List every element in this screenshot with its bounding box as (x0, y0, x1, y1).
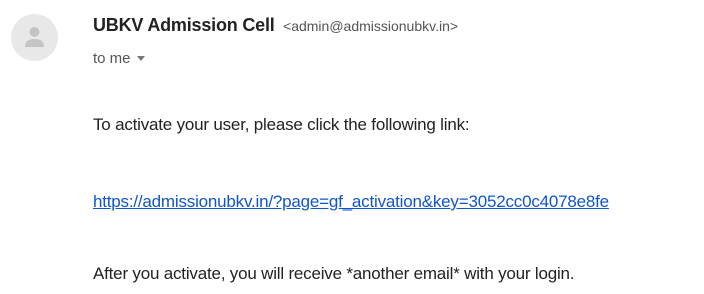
activation-link-line: https://admissionubkv.in/?page=gf_activa… (93, 192, 609, 212)
sender-name[interactable]: UBKV Admission Cell (93, 15, 275, 35)
chevron-down-icon[interactable] (136, 55, 145, 61)
email-body-intro: To activate your user, please click the … (93, 115, 470, 134)
recipient-details-toggle[interactable]: to me (93, 48, 145, 70)
sender-header: UBKV Admission Cell <admin@admissionubkv… (93, 12, 458, 40)
default-avatar-icon[interactable] (11, 14, 58, 61)
sender-email: <admin@admissionubkv.in> (283, 18, 459, 34)
recipient-label: to me (93, 50, 131, 67)
email-body-outro: After you activate, you will receive *an… (93, 264, 575, 283)
activation-link[interactable]: https://admissionubkv.in/?page=gf_activa… (93, 192, 609, 211)
email-message: UBKV Admission Cell <admin@admissionubkv… (0, 0, 704, 294)
